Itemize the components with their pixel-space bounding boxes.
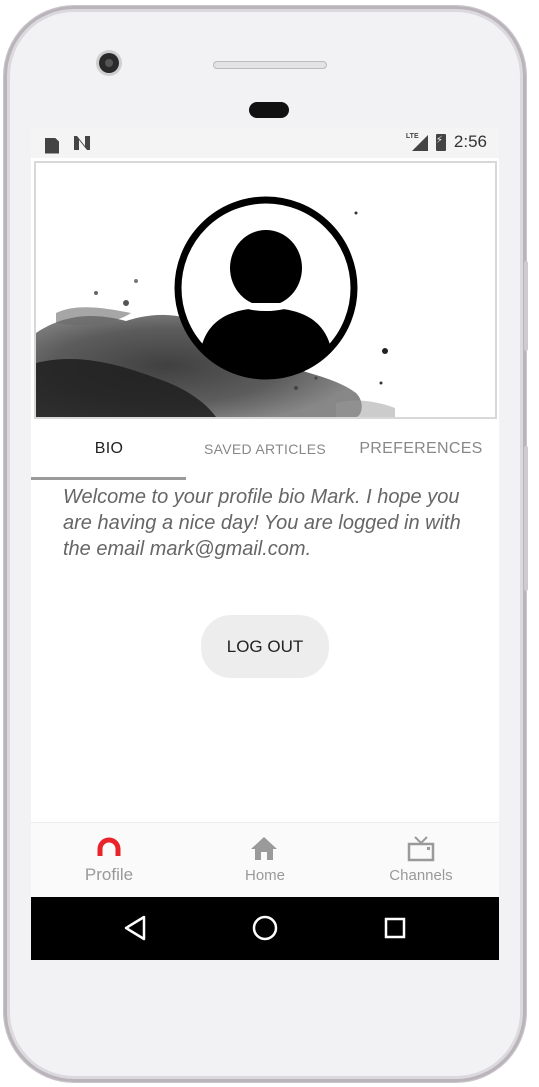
- profile-arc-icon: [97, 837, 121, 856]
- active-tab-indicator: [31, 477, 186, 480]
- back-icon[interactable]: [123, 914, 147, 947]
- tab-preferences[interactable]: PREFERENCES: [343, 421, 499, 477]
- logout-button[interactable]: LOG OUT: [201, 615, 329, 678]
- nav-item-home[interactable]: Home: [187, 823, 343, 897]
- status-time: 2:56: [453, 132, 487, 151]
- earpiece-speaker: [213, 61, 327, 69]
- nav-label-profile: Profile: [84, 865, 134, 884]
- nav-item-channels[interactable]: Channels: [343, 823, 499, 897]
- nav-label-home: Home: [244, 867, 285, 884]
- battery-icon: [435, 133, 446, 151]
- recents-icon[interactable]: [384, 917, 406, 944]
- avatar-placeholder-icon: [174, 196, 358, 380]
- notification-n-icon: [73, 135, 91, 156]
- tab-bio[interactable]: BIO: [31, 421, 187, 477]
- sd-card-icon: [45, 137, 59, 154]
- app-screen: LTE 2:56: [31, 128, 499, 960]
- status-bar: LTE 2:56: [31, 128, 499, 158]
- home-icon: [251, 837, 277, 860]
- volume-button: [524, 446, 528, 591]
- nav-item-profile[interactable]: Profile: [31, 823, 187, 897]
- front-camera: [99, 53, 119, 73]
- signal-icon: LTE: [406, 133, 428, 151]
- power-button: [524, 261, 528, 351]
- profile-header-image: [34, 161, 497, 419]
- home-circle-icon[interactable]: [252, 915, 278, 946]
- bottom-navigation: Profile Home Channels: [31, 822, 499, 897]
- profile-tabs: BIO SAVED ARTICLES PREFERENCES: [31, 421, 499, 477]
- nav-label-channels: Channels: [389, 867, 453, 884]
- bio-text: Welcome to your profile bio Mark. I hope…: [63, 486, 461, 560]
- tv-icon: [407, 836, 435, 862]
- android-navigation-bar: [31, 897, 499, 960]
- tab-saved-articles[interactable]: SAVED ARTICLES: [187, 421, 343, 477]
- proximity-sensor: [249, 102, 289, 118]
